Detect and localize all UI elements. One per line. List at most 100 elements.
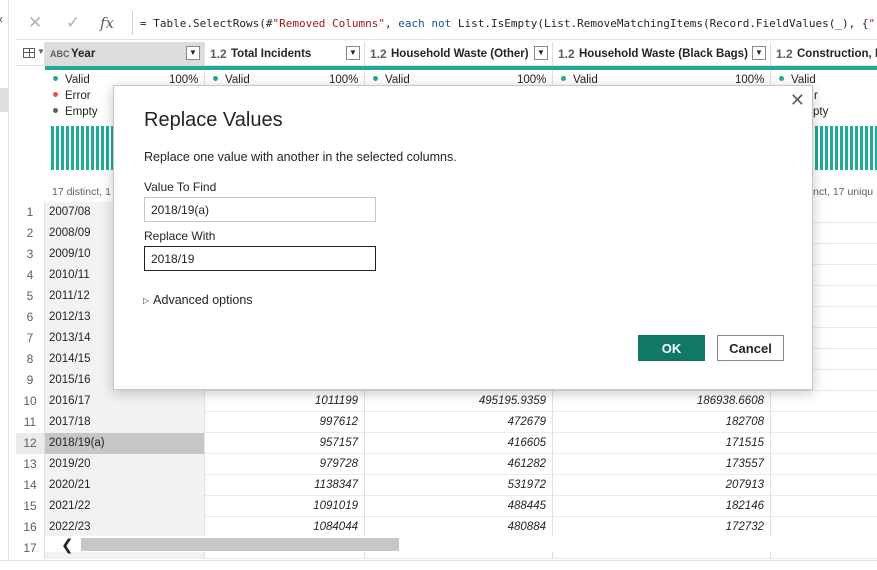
- check-icon[interactable]: ✓: [66, 13, 80, 33]
- cell-year[interactable]: 2020/21: [45, 475, 205, 496]
- cell-total-incidents[interactable]: 1011199: [205, 391, 365, 412]
- advanced-options-toggle[interactable]: ▷ Advanced options: [143, 293, 253, 307]
- cell-household-waste-black-bags[interactable]: 171515: [553, 433, 771, 454]
- table-row[interactable]: 11 2017/18 997612 472679 182708: [16, 412, 877, 433]
- column-header-household-waste-black-bags[interactable]: 1.2 Household Waste (Black Bags) ▼: [553, 42, 771, 66]
- cell-household-waste-other[interactable]: 495195.9359: [365, 391, 553, 412]
- distinct-count: nct, 17 uniqu: [813, 186, 874, 198]
- decimal-type-icon[interactable]: 1.2: [558, 47, 575, 61]
- cell-year[interactable]: 2018/19(a): [45, 433, 205, 454]
- table-row[interactable]: 16 2022/23 1084044 480884 172732: [16, 517, 877, 538]
- row-number: 10: [16, 391, 45, 412]
- cell-construction[interactable]: [771, 454, 877, 475]
- cell-year[interactable]: 2017/18: [45, 412, 205, 433]
- close-icon[interactable]: ✕: [790, 90, 805, 110]
- value-to-find-input[interactable]: [144, 197, 376, 222]
- table-row[interactable]: 14 2020/21 1138347 531972 207913: [16, 475, 877, 496]
- replace-with-label: Replace With: [144, 229, 216, 243]
- chevron-down-icon[interactable]: ▼: [534, 46, 548, 60]
- row-number: 3: [16, 244, 45, 265]
- chevron-down-icon[interactable]: ▼: [752, 46, 766, 60]
- cell-household-waste-black-bags[interactable]: 182708: [553, 412, 771, 433]
- dialog-title: Replace Values: [144, 109, 283, 131]
- valid-dot-icon: [213, 76, 218, 82]
- column-header-total-incidents[interactable]: 1.2 Total Incidents ▼: [205, 42, 365, 66]
- cancel-button[interactable]: Cancel: [717, 335, 784, 361]
- cell-household-waste-black-bags[interactable]: 207913: [553, 475, 771, 496]
- chevron-left-icon[interactable]: ‹: [0, 12, 3, 26]
- column-header-year[interactable]: ABC Year ▼: [45, 42, 205, 66]
- valid-dot-icon: [373, 76, 378, 82]
- table-row[interactable]: 10 2016/17 1011199 495195.9359 186938.6608: [16, 391, 877, 412]
- cell-year[interactable]: 2016/17: [45, 391, 205, 412]
- formula-input[interactable]: = Table.SelectRows(#"Removed Columns", e…: [140, 17, 876, 30]
- error-dot-icon: [53, 92, 58, 98]
- cell-household-waste-other[interactable]: 480884: [365, 517, 553, 538]
- replace-values-dialog: ✕ Replace Values Replace one value with …: [113, 85, 813, 390]
- status-bar: [0, 560, 877, 570]
- table-row[interactable]: 15 2021/22 1091019 488445 182146: [16, 496, 877, 517]
- empty-dot-icon: [53, 108, 58, 114]
- dialog-description: Replace one value with another in the se…: [144, 150, 457, 164]
- chevron-left-icon[interactable]: ❮: [61, 536, 74, 554]
- cell-year[interactable]: 2021/22: [45, 496, 205, 517]
- cell-total-incidents[interactable]: 1138347: [205, 475, 365, 496]
- cell-household-waste-other[interactable]: 488445: [365, 496, 553, 517]
- text-type-icon[interactable]: ABC: [50, 49, 70, 59]
- row-number: 14: [16, 475, 45, 496]
- close-icon[interactable]: ✕: [28, 13, 42, 33]
- cell-total-incidents[interactable]: 997612: [205, 412, 365, 433]
- chevron-down-icon[interactable]: ▼: [186, 46, 200, 60]
- cell-construction[interactable]: [771, 412, 877, 433]
- selected-query-marker: [0, 88, 8, 112]
- row-number: 11: [16, 412, 45, 433]
- table-row[interactable]: 12 2018/19(a) 957157 416605 171515: [16, 433, 877, 454]
- cell-total-incidents[interactable]: 1091019: [205, 496, 365, 517]
- error-label: Error: [65, 90, 91, 102]
- cell-total-incidents[interactable]: 957157: [205, 433, 365, 454]
- ok-button[interactable]: OK: [638, 335, 705, 361]
- replace-with-input[interactable]: [144, 246, 376, 271]
- empty-label: pty: [813, 106, 829, 118]
- cell-construction[interactable]: [771, 433, 877, 454]
- cell-year[interactable]: 2019/20: [45, 454, 205, 475]
- cell-total-incidents[interactable]: 1084044: [205, 517, 365, 538]
- formula-separator: [132, 11, 133, 35]
- fx-icon[interactable]: fx: [100, 14, 114, 32]
- valid-label: Valid: [65, 74, 90, 86]
- table-row[interactable]: 13 2019/20 979728 461282 173557: [16, 454, 877, 475]
- chevron-down-icon[interactable]: ▼: [346, 46, 360, 60]
- formula-keyword: not: [431, 17, 452, 30]
- cell-household-waste-black-bags[interactable]: 186938.6608: [553, 391, 771, 412]
- valid-dot-icon: [561, 76, 566, 82]
- cell-household-waste-black-bags[interactable]: 182146: [553, 496, 771, 517]
- cell-household-waste-other[interactable]: 416605: [365, 433, 553, 454]
- formula-bar: ✕ ✓ fx = Table.SelectRows(#"Removed Colu…: [16, 6, 877, 40]
- cell-construction[interactable]: [771, 475, 877, 496]
- column-name: Total Incidents: [231, 48, 312, 60]
- cell-household-waste-other[interactable]: 531972: [365, 475, 553, 496]
- cell-construction[interactable]: [771, 496, 877, 517]
- decimal-type-icon[interactable]: 1.2: [776, 47, 793, 61]
- valid-dot-icon: [779, 76, 784, 82]
- table-menu-button[interactable]: ▼: [16, 42, 45, 66]
- cell-household-waste-black-bags[interactable]: 173557: [553, 454, 771, 475]
- empty-stat: Empty: [53, 106, 98, 118]
- cell-household-waste-black-bags[interactable]: 172732: [553, 517, 771, 538]
- column-name: Household Waste (Black Bags): [579, 48, 748, 60]
- formula-prefix: = Table.SelectRows(#: [140, 17, 273, 30]
- row-number: 17: [16, 538, 45, 559]
- horizontal-scrollbar[interactable]: ❮: [45, 536, 877, 554]
- decimal-type-icon[interactable]: 1.2: [210, 47, 227, 61]
- formula-keyword: each: [398, 17, 425, 30]
- cell-construction[interactable]: [771, 391, 877, 412]
- decimal-type-icon[interactable]: 1.2: [370, 47, 387, 61]
- cell-household-waste-other[interactable]: 461282: [365, 454, 553, 475]
- cell-total-incidents[interactable]: 979728: [205, 454, 365, 475]
- column-header-construction[interactable]: 1.2 Construction, De: [771, 42, 877, 66]
- cell-household-waste-other[interactable]: 472679: [365, 412, 553, 433]
- column-header-household-waste-other[interactable]: 1.2 Household Waste (Other) ▼: [365, 42, 553, 66]
- cell-construction[interactable]: [771, 517, 877, 538]
- cell-year[interactable]: 2022/23: [45, 517, 205, 538]
- scrollbar-thumb[interactable]: [81, 538, 399, 551]
